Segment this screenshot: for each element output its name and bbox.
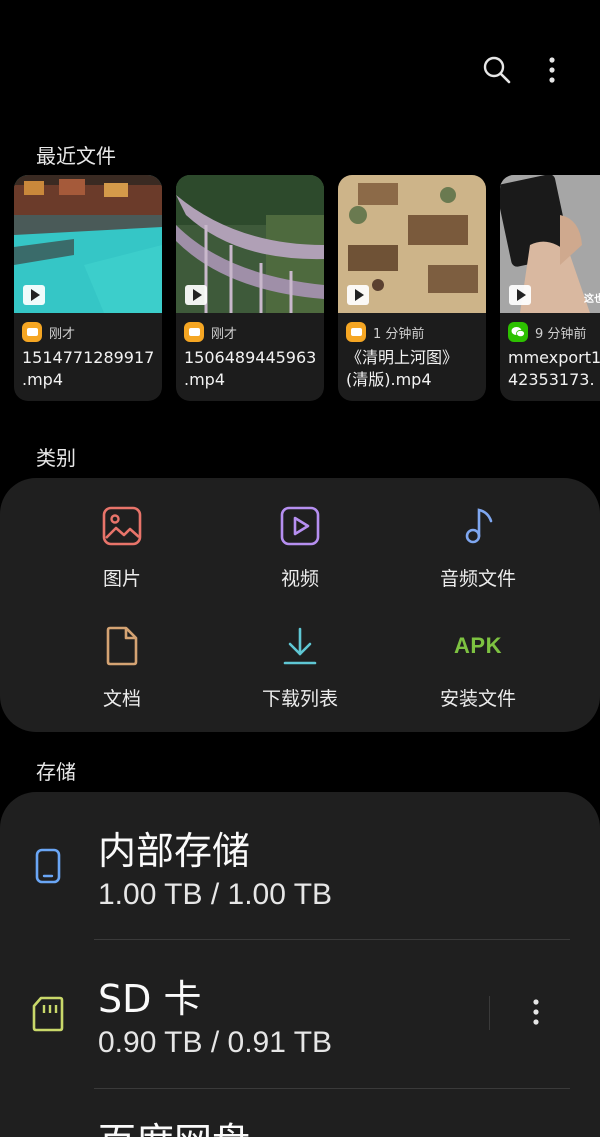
video-icon xyxy=(278,504,322,548)
file-time: 9 分钟前 xyxy=(535,326,587,342)
video-thumbnail xyxy=(176,175,324,313)
category-label: 文档 xyxy=(102,688,141,710)
storage-item-baidu-pan[interactable]: 百度网盘 xyxy=(0,1089,600,1137)
top-bar xyxy=(0,0,600,130)
app-source-icon xyxy=(22,322,42,342)
more-options-icon[interactable] xyxy=(532,50,572,90)
category-documents[interactable]: 文档 xyxy=(32,624,212,724)
category-audio[interactable]: 音频文件 xyxy=(388,504,568,604)
video-thumbnail xyxy=(338,175,486,313)
recent-file-card[interactable]: 这也是个照相 9 分钟前 mmexport1 42353173. xyxy=(500,175,600,401)
category-label: 安装文件 xyxy=(439,688,516,710)
category-images[interactable]: 图片 xyxy=(32,504,212,604)
category-label: 图片 xyxy=(102,568,141,590)
phone-icon xyxy=(32,846,64,886)
storage-item-internal[interactable]: 内部存储 1.00 TB / 1.00 TB xyxy=(0,792,600,940)
document-icon xyxy=(100,624,144,668)
play-icon xyxy=(23,285,45,305)
apk-icon: APK xyxy=(454,633,502,658)
file-name: 1514771289917 .mp4 xyxy=(22,348,155,389)
download-icon xyxy=(278,624,322,668)
categories-panel: 图片 视频 音频文件 文档 下载列表 APK 安装文件 xyxy=(0,478,600,732)
storage-title: 存储 xyxy=(36,760,76,784)
play-icon xyxy=(347,285,369,305)
sd-card-icon xyxy=(32,994,64,1034)
recent-files-list[interactable]: 刚才 1514771289917 .mp4 刚才 1506489445963 .… xyxy=(14,175,600,403)
play-icon xyxy=(509,285,531,305)
category-label: 下载列表 xyxy=(261,688,338,710)
storage-name: SD 卡 xyxy=(98,977,202,1021)
video-thumbnail: 这也是个照相 xyxy=(500,175,600,313)
music-note-icon xyxy=(456,504,500,548)
storage-panel: 内部存储 1.00 TB / 1.00 TB SD 卡 0.90 TB / 0.… xyxy=(0,792,600,1137)
image-icon xyxy=(100,504,144,548)
file-name: 1506489445963 .mp4 xyxy=(184,348,317,389)
video-thumbnail xyxy=(14,175,162,313)
vertical-separator xyxy=(489,996,490,1030)
storage-name: 百度网盘 xyxy=(98,1111,250,1137)
storage-name: 内部存储 xyxy=(98,829,251,873)
app-source-icon xyxy=(184,322,204,342)
search-icon[interactable] xyxy=(477,50,517,90)
app-source-icon xyxy=(346,322,366,342)
thumbnail-caption: 这也是个照相 xyxy=(584,294,600,305)
file-time: 1 分钟前 xyxy=(373,326,425,342)
wechat-icon xyxy=(508,322,528,342)
recent-file-card[interactable]: 1 分钟前 《清明上河图》 (清版).mp4 xyxy=(338,175,486,401)
file-time: 刚才 xyxy=(49,326,76,342)
sd-card-more-icon[interactable] xyxy=(516,992,556,1032)
storage-size: 1.00 TB / 1.00 TB xyxy=(98,878,333,911)
play-icon xyxy=(185,285,207,305)
recent-files-title: 最近文件 xyxy=(36,144,116,168)
storage-item-sd-card[interactable]: SD 卡 0.90 TB / 0.91 TB xyxy=(0,940,600,1088)
recent-file-card[interactable]: 刚才 1514771289917 .mp4 xyxy=(14,175,162,401)
category-videos[interactable]: 视频 xyxy=(210,504,390,604)
categories-title: 类别 xyxy=(36,446,76,470)
file-name: mmexport1 42353173. xyxy=(508,348,600,389)
storage-size: 0.90 TB / 0.91 TB xyxy=(98,1026,333,1059)
category-label: 音频文件 xyxy=(439,568,516,590)
file-name: 《清明上河图》 (清版).mp4 xyxy=(346,348,459,389)
category-apk[interactable]: APK 安装文件 xyxy=(388,624,568,724)
file-time: 刚才 xyxy=(211,326,238,342)
category-downloads[interactable]: 下载列表 xyxy=(210,624,390,724)
category-label: 视频 xyxy=(280,568,319,590)
recent-file-card[interactable]: 刚才 1506489445963 .mp4 xyxy=(176,175,324,401)
